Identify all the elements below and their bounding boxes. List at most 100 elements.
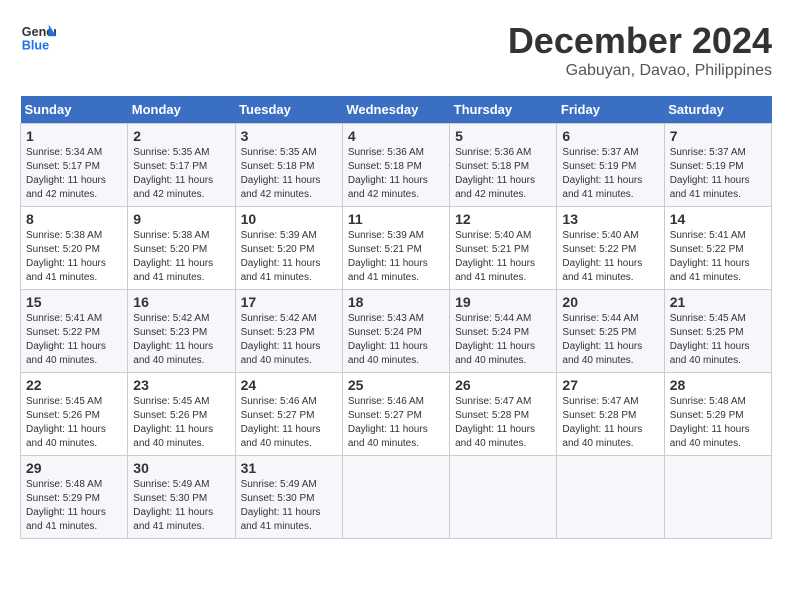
day-number: 26 — [455, 377, 551, 393]
calendar-cell — [342, 456, 449, 539]
col-saturday: Saturday — [664, 96, 771, 124]
day-number: 13 — [562, 211, 658, 227]
day-number: 8 — [26, 211, 122, 227]
day-info: Sunrise: 5:38 AMSunset: 5:20 PMDaylight:… — [26, 230, 106, 283]
calendar-row: 22 Sunrise: 5:45 AMSunset: 5:26 PMDaylig… — [21, 373, 772, 456]
day-number: 5 — [455, 128, 551, 144]
calendar-cell: 15 Sunrise: 5:41 AMSunset: 5:22 PMDaylig… — [21, 290, 128, 373]
calendar-cell: 23 Sunrise: 5:45 AMSunset: 5:26 PMDaylig… — [128, 373, 235, 456]
day-number: 31 — [241, 460, 337, 476]
day-info: Sunrise: 5:39 AMSunset: 5:20 PMDaylight:… — [241, 230, 321, 283]
day-number: 17 — [241, 294, 337, 310]
day-info: Sunrise: 5:35 AMSunset: 5:18 PMDaylight:… — [241, 147, 321, 200]
day-info: Sunrise: 5:42 AMSunset: 5:23 PMDaylight:… — [133, 313, 213, 366]
day-info: Sunrise: 5:44 AMSunset: 5:24 PMDaylight:… — [455, 313, 535, 366]
header: General Blue December 2024 Gabuyan, Dava… — [20, 20, 772, 80]
col-sunday: Sunday — [21, 96, 128, 124]
day-number: 20 — [562, 294, 658, 310]
day-number: 28 — [670, 377, 766, 393]
day-number: 18 — [348, 294, 444, 310]
header-row: Sunday Monday Tuesday Wednesday Thursday… — [21, 96, 772, 124]
day-number: 1 — [26, 128, 122, 144]
day-number: 27 — [562, 377, 658, 393]
day-number: 7 — [670, 128, 766, 144]
day-number: 4 — [348, 128, 444, 144]
day-info: Sunrise: 5:35 AMSunset: 5:17 PMDaylight:… — [133, 147, 213, 200]
svg-text:Blue: Blue — [22, 39, 49, 53]
day-info: Sunrise: 5:46 AMSunset: 5:27 PMDaylight:… — [241, 396, 321, 449]
day-info: Sunrise: 5:48 AMSunset: 5:29 PMDaylight:… — [670, 396, 750, 449]
calendar-row: 1 Sunrise: 5:34 AMSunset: 5:17 PMDayligh… — [21, 124, 772, 207]
calendar-cell — [557, 456, 664, 539]
calendar-row: 15 Sunrise: 5:41 AMSunset: 5:22 PMDaylig… — [21, 290, 772, 373]
calendar-cell: 21 Sunrise: 5:45 AMSunset: 5:25 PMDaylig… — [664, 290, 771, 373]
calendar-table: Sunday Monday Tuesday Wednesday Thursday… — [20, 96, 772, 539]
location-title: Gabuyan, Davao, Philippines — [508, 62, 772, 80]
day-number: 30 — [133, 460, 229, 476]
calendar-cell: 2 Sunrise: 5:35 AMSunset: 5:17 PMDayligh… — [128, 124, 235, 207]
day-info: Sunrise: 5:40 AMSunset: 5:21 PMDaylight:… — [455, 230, 535, 283]
calendar-cell: 27 Sunrise: 5:47 AMSunset: 5:28 PMDaylig… — [557, 373, 664, 456]
calendar-cell: 4 Sunrise: 5:36 AMSunset: 5:18 PMDayligh… — [342, 124, 449, 207]
day-info: Sunrise: 5:36 AMSunset: 5:18 PMDaylight:… — [348, 147, 428, 200]
calendar-cell: 30 Sunrise: 5:49 AMSunset: 5:30 PMDaylig… — [128, 456, 235, 539]
col-monday: Monday — [128, 96, 235, 124]
calendar-cell: 11 Sunrise: 5:39 AMSunset: 5:21 PMDaylig… — [342, 207, 449, 290]
day-number: 10 — [241, 211, 337, 227]
col-wednesday: Wednesday — [342, 96, 449, 124]
calendar-cell: 25 Sunrise: 5:46 AMSunset: 5:27 PMDaylig… — [342, 373, 449, 456]
calendar-cell — [664, 456, 771, 539]
calendar-cell: 26 Sunrise: 5:47 AMSunset: 5:28 PMDaylig… — [450, 373, 557, 456]
calendar-cell: 24 Sunrise: 5:46 AMSunset: 5:27 PMDaylig… — [235, 373, 342, 456]
day-info: Sunrise: 5:48 AMSunset: 5:29 PMDaylight:… — [26, 479, 106, 532]
calendar-cell: 10 Sunrise: 5:39 AMSunset: 5:20 PMDaylig… — [235, 207, 342, 290]
day-info: Sunrise: 5:41 AMSunset: 5:22 PMDaylight:… — [670, 230, 750, 283]
day-number: 9 — [133, 211, 229, 227]
day-info: Sunrise: 5:40 AMSunset: 5:22 PMDaylight:… — [562, 230, 642, 283]
calendar-cell: 1 Sunrise: 5:34 AMSunset: 5:17 PMDayligh… — [21, 124, 128, 207]
logo: General Blue — [20, 20, 60, 56]
calendar-cell: 14 Sunrise: 5:41 AMSunset: 5:22 PMDaylig… — [664, 207, 771, 290]
day-info: Sunrise: 5:47 AMSunset: 5:28 PMDaylight:… — [455, 396, 535, 449]
calendar-cell: 12 Sunrise: 5:40 AMSunset: 5:21 PMDaylig… — [450, 207, 557, 290]
day-number: 19 — [455, 294, 551, 310]
day-info: Sunrise: 5:47 AMSunset: 5:28 PMDaylight:… — [562, 396, 642, 449]
day-info: Sunrise: 5:43 AMSunset: 5:24 PMDaylight:… — [348, 313, 428, 366]
calendar-row: 29 Sunrise: 5:48 AMSunset: 5:29 PMDaylig… — [21, 456, 772, 539]
calendar-cell: 29 Sunrise: 5:48 AMSunset: 5:29 PMDaylig… — [21, 456, 128, 539]
calendar-cell: 6 Sunrise: 5:37 AMSunset: 5:19 PMDayligh… — [557, 124, 664, 207]
day-number: 29 — [26, 460, 122, 476]
calendar-cell: 20 Sunrise: 5:44 AMSunset: 5:25 PMDaylig… — [557, 290, 664, 373]
day-info: Sunrise: 5:46 AMSunset: 5:27 PMDaylight:… — [348, 396, 428, 449]
day-info: Sunrise: 5:37 AMSunset: 5:19 PMDaylight:… — [562, 147, 642, 200]
calendar-cell: 8 Sunrise: 5:38 AMSunset: 5:20 PMDayligh… — [21, 207, 128, 290]
day-info: Sunrise: 5:42 AMSunset: 5:23 PMDaylight:… — [241, 313, 321, 366]
calendar-cell: 13 Sunrise: 5:40 AMSunset: 5:22 PMDaylig… — [557, 207, 664, 290]
day-number: 22 — [26, 377, 122, 393]
calendar-cell: 31 Sunrise: 5:49 AMSunset: 5:30 PMDaylig… — [235, 456, 342, 539]
day-info: Sunrise: 5:38 AMSunset: 5:20 PMDaylight:… — [133, 230, 213, 283]
calendar-cell: 5 Sunrise: 5:36 AMSunset: 5:18 PMDayligh… — [450, 124, 557, 207]
calendar-cell: 17 Sunrise: 5:42 AMSunset: 5:23 PMDaylig… — [235, 290, 342, 373]
calendar-row: 8 Sunrise: 5:38 AMSunset: 5:20 PMDayligh… — [21, 207, 772, 290]
day-info: Sunrise: 5:41 AMSunset: 5:22 PMDaylight:… — [26, 313, 106, 366]
day-number: 21 — [670, 294, 766, 310]
day-info: Sunrise: 5:36 AMSunset: 5:18 PMDaylight:… — [455, 147, 535, 200]
col-friday: Friday — [557, 96, 664, 124]
calendar-cell: 9 Sunrise: 5:38 AMSunset: 5:20 PMDayligh… — [128, 207, 235, 290]
day-info: Sunrise: 5:37 AMSunset: 5:19 PMDaylight:… — [670, 147, 750, 200]
col-tuesday: Tuesday — [235, 96, 342, 124]
calendar-cell: 22 Sunrise: 5:45 AMSunset: 5:26 PMDaylig… — [21, 373, 128, 456]
day-info: Sunrise: 5:45 AMSunset: 5:26 PMDaylight:… — [26, 396, 106, 449]
day-number: 3 — [241, 128, 337, 144]
month-title: December 2024 — [508, 20, 772, 62]
col-thursday: Thursday — [450, 96, 557, 124]
day-number: 23 — [133, 377, 229, 393]
calendar-cell: 18 Sunrise: 5:43 AMSunset: 5:24 PMDaylig… — [342, 290, 449, 373]
day-number: 14 — [670, 211, 766, 227]
day-number: 2 — [133, 128, 229, 144]
day-info: Sunrise: 5:45 AMSunset: 5:25 PMDaylight:… — [670, 313, 750, 366]
day-number: 11 — [348, 211, 444, 227]
calendar-cell: 28 Sunrise: 5:48 AMSunset: 5:29 PMDaylig… — [664, 373, 771, 456]
day-number: 25 — [348, 377, 444, 393]
